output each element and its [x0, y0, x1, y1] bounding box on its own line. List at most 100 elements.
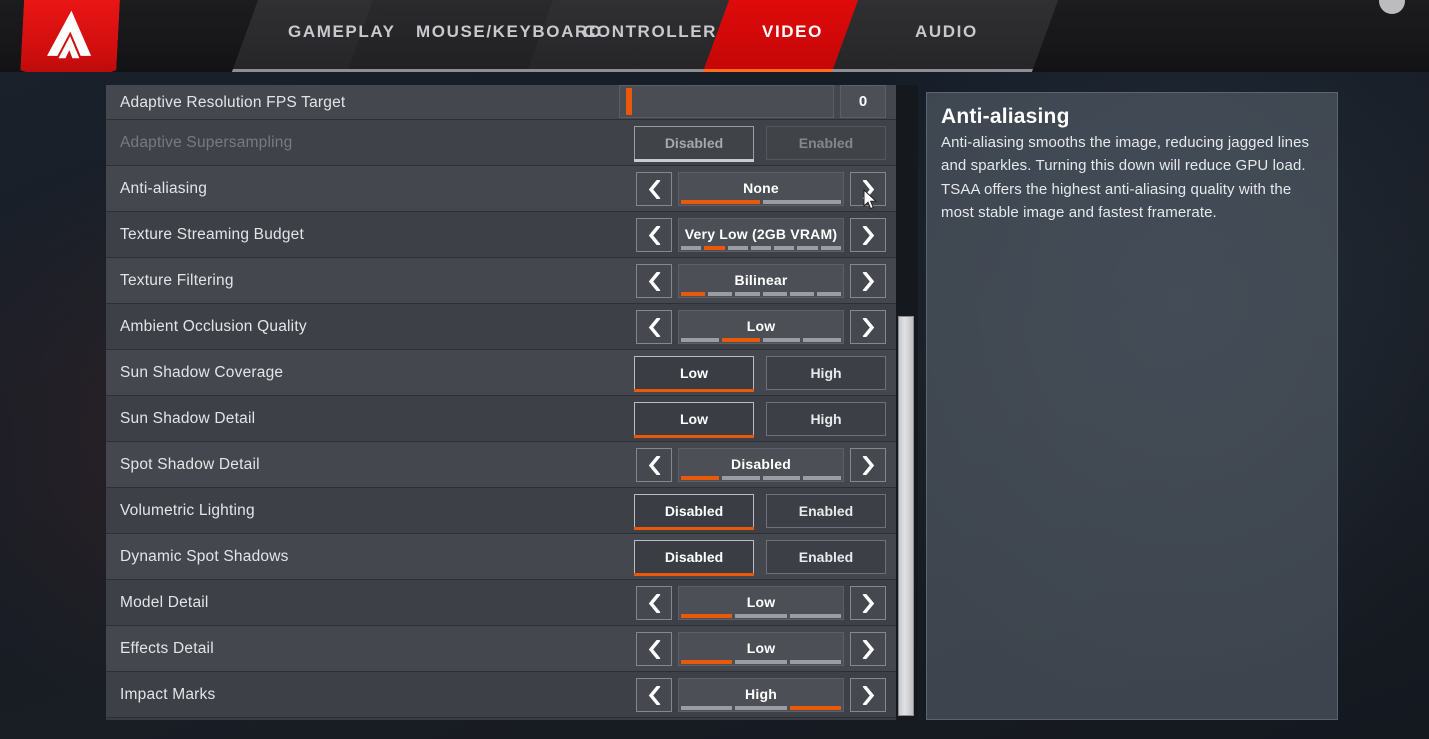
- setting-label-spot-shadow-detail: Spot Shadow Detail: [120, 456, 260, 473]
- setting-row-model-detail[interactable]: Model Detail Low: [106, 580, 896, 626]
- level-segment: [762, 476, 801, 480]
- toggle-sun-shadow-detail-high[interactable]: High: [766, 402, 886, 436]
- level-segment: [721, 338, 760, 342]
- level-indicator-anti-aliasing: [681, 200, 841, 204]
- slider-value-adaptive-resolution-fps-target[interactable]: 0: [840, 85, 886, 118]
- setting-row-volumetric-lighting[interactable]: Volumetric Lighting Disabled Enabled: [106, 488, 896, 534]
- nav-tab-mouse-keyboard[interactable]: MOUSE/KEYBOARD: [416, 22, 603, 46]
- chevron-right-icon[interactable]: [850, 264, 886, 298]
- chevron-left-icon[interactable]: [636, 448, 672, 482]
- level-indicator-effects-detail: [681, 660, 841, 664]
- slider-handle[interactable]: [626, 88, 633, 115]
- chevron-left-icon[interactable]: [636, 678, 672, 712]
- setting-control-ambient-occlusion-quality: Low: [636, 304, 886, 350]
- toggle-dynamic-spot-shadows-disabled[interactable]: Disabled: [634, 540, 754, 576]
- level-indicator-model-detail: [681, 614, 841, 618]
- setting-row-dynamic-spot-shadows[interactable]: Dynamic Spot Shadows Disabled Enabled: [106, 534, 896, 580]
- nav-tab-gameplay[interactable]: GAMEPLAY: [288, 22, 396, 46]
- setting-row-sun-shadow-detail[interactable]: Sun Shadow Detail Low High: [106, 396, 896, 442]
- chevron-left-icon[interactable]: [636, 310, 672, 344]
- setting-control-anti-aliasing: None: [636, 166, 886, 212]
- toggle-sun-shadow-coverage-low[interactable]: Low: [634, 356, 754, 392]
- setting-row-anti-aliasing[interactable]: Anti-aliasing None: [106, 166, 896, 212]
- value-box-texture-filtering[interactable]: Bilinear: [678, 264, 844, 298]
- setting-row-sun-shadow-coverage[interactable]: Sun Shadow Coverage Low High: [106, 350, 896, 396]
- toggle-adaptive-supersampling-disabled[interactable]: Disabled: [634, 126, 754, 162]
- level-segment: [681, 706, 733, 710]
- chevron-left-icon[interactable]: [636, 172, 672, 206]
- chevron-right-icon[interactable]: [850, 632, 886, 666]
- chevron-left-icon[interactable]: [636, 218, 672, 252]
- value-box-impact-marks[interactable]: High: [678, 678, 844, 712]
- level-segment: [681, 246, 702, 250]
- value-text-anti-aliasing: None: [743, 179, 779, 196]
- level-segment: [820, 246, 841, 250]
- setting-control-impact-marks: High: [636, 672, 886, 718]
- chevron-right-icon[interactable]: [850, 218, 886, 252]
- mouse-cursor-icon: [863, 189, 878, 210]
- level-segment: [789, 614, 841, 618]
- nav-tab-video[interactable]: VIDEO: [762, 22, 823, 46]
- chevron-left-icon[interactable]: [636, 586, 672, 620]
- value-text-model-detail: Low: [746, 593, 776, 610]
- level-segment: [797, 246, 818, 250]
- chevron-left-icon[interactable]: [636, 632, 672, 666]
- level-segment: [762, 338, 801, 342]
- value-box-effects-detail[interactable]: Low: [678, 632, 844, 666]
- level-segment: [681, 476, 719, 480]
- toggle-volumetric-lighting-enabled[interactable]: Enabled: [766, 494, 886, 528]
- level-segment: [704, 246, 725, 250]
- level-segment: [789, 660, 841, 664]
- level-segment: [774, 246, 795, 250]
- toggle-dynamic-spot-shadows-enabled[interactable]: Enabled: [766, 540, 886, 574]
- chevron-right-icon[interactable]: [850, 678, 886, 712]
- chevron-right-icon[interactable]: [850, 448, 886, 482]
- level-segment: [735, 292, 760, 296]
- slider-adaptive-resolution-fps-target[interactable]: [619, 85, 834, 118]
- setting-control-effects-detail: Low: [636, 626, 886, 672]
- level-segment: [750, 246, 772, 250]
- nav-tab-controller[interactable]: CONTROLLER: [583, 22, 717, 46]
- nav-tab-audio[interactable]: AUDIO: [915, 22, 978, 46]
- toggle-sun-shadow-detail-low[interactable]: Low: [634, 402, 754, 438]
- toggle-adaptive-supersampling-enabled[interactable]: Enabled: [766, 126, 886, 160]
- toggle-volumetric-lighting-disabled[interactable]: Disabled: [634, 494, 754, 530]
- scrollbar-thumb[interactable]: [898, 316, 914, 716]
- chevron-right-icon[interactable]: [850, 586, 886, 620]
- level-segment: [789, 706, 841, 710]
- setting-row-ambient-occlusion-quality[interactable]: Ambient Occlusion Quality Low: [106, 304, 896, 350]
- setting-row-effects-detail[interactable]: Effects Detail Low: [106, 626, 896, 672]
- chevron-left-icon[interactable]: [636, 264, 672, 298]
- level-segment: [762, 200, 841, 204]
- setting-row-spot-shadow-detail[interactable]: Spot Shadow Detail Disabled: [106, 442, 896, 488]
- toggle-sun-shadow-coverage-high[interactable]: High: [766, 356, 886, 390]
- level-indicator-texture-filtering: [681, 292, 842, 296]
- level-segment: [681, 338, 719, 342]
- value-box-texture-streaming-budget[interactable]: Very Low (2GB VRAM): [678, 218, 844, 252]
- settings-screen: GAMEPLAY MOUSE/KEYBOARD CONTROLLER VIDEO AUD…: [0, 0, 1429, 739]
- setting-label-anti-aliasing: Anti-aliasing: [120, 180, 208, 197]
- value-box-anti-aliasing[interactable]: None: [678, 172, 844, 206]
- setting-label-adaptive-resolution-fps-target: Adaptive Resolution FPS Target: [120, 93, 346, 111]
- level-segment: [735, 706, 787, 710]
- level-segment: [803, 476, 841, 480]
- value-box-spot-shadow-detail[interactable]: Disabled: [678, 448, 844, 482]
- value-text-texture-filtering: Bilinear: [734, 271, 788, 288]
- value-text-effects-detail: Low: [746, 639, 776, 656]
- level-indicator-texture-streaming-budget: [681, 246, 841, 250]
- video-settings-list: Adaptive Resolution FPS Target 0 Adaptive …: [106, 85, 896, 720]
- setting-row-texture-filtering[interactable]: Texture Filtering Bilinear: [106, 258, 896, 304]
- chevron-right-icon[interactable]: [850, 310, 886, 344]
- value-text-ambient-occlusion-quality: Low: [746, 317, 776, 334]
- value-text-spot-shadow-detail: Disabled: [731, 455, 791, 472]
- setting-row-adaptive-resolution-fps-target[interactable]: Adaptive Resolution FPS Target 0: [106, 85, 896, 120]
- value-box-model-detail[interactable]: Low: [678, 586, 844, 620]
- setting-row-adaptive-supersampling[interactable]: Adaptive Supersampling Disabled Enabled: [106, 120, 896, 166]
- level-segment: [803, 338, 841, 342]
- value-box-ambient-occlusion-quality[interactable]: Low: [678, 310, 844, 344]
- value-text-impact-marks: High: [745, 685, 777, 702]
- setting-row-texture-streaming-budget[interactable]: Texture Streaming Budget Very Low (2GB VR…: [106, 212, 896, 258]
- setting-row-impact-marks[interactable]: Impact Marks High: [106, 672, 896, 718]
- setting-control-texture-streaming-budget: Very Low (2GB VRAM): [636, 212, 886, 258]
- level-segment: [762, 292, 787, 296]
